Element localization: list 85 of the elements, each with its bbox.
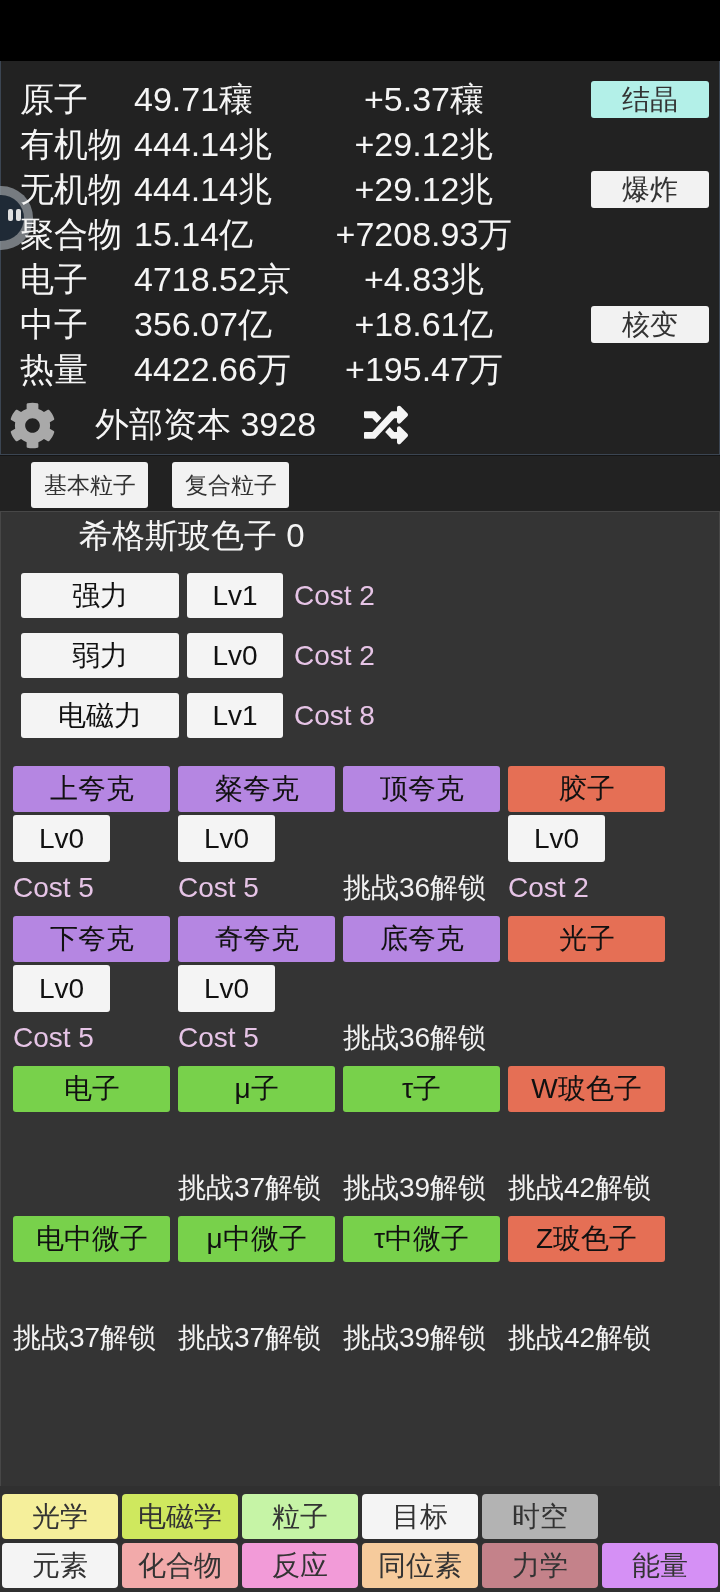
capital-label: 外部资本 3928 bbox=[95, 404, 317, 445]
level-button[interactable]: Lv1 bbox=[187, 573, 283, 618]
resource-rate: +195.47万 bbox=[345, 349, 503, 390]
resource-rate: +5.37穰 bbox=[364, 79, 484, 120]
unlock-hint: 挑战39解锁 bbox=[343, 1321, 487, 1355]
resource-name: 聚合物 bbox=[20, 214, 123, 255]
cost-label: Cost 5 bbox=[178, 1022, 259, 1054]
force-button[interactable]: 弱力 bbox=[21, 633, 179, 678]
particle-button[interactable]: W玻色子 bbox=[508, 1066, 665, 1112]
action-button[interactable]: 结晶 bbox=[591, 81, 709, 118]
resource-name: 中子 bbox=[20, 304, 89, 345]
action-button[interactable]: 核变 bbox=[591, 306, 709, 343]
action-button[interactable]: 爆炸 bbox=[591, 171, 709, 208]
unlock-hint: 挑战37解锁 bbox=[13, 1321, 157, 1355]
resource-amount: 444.14兆 bbox=[134, 124, 273, 165]
nav-tab[interactable]: 目标 bbox=[362, 1494, 478, 1539]
cost-label: Cost 5 bbox=[178, 872, 259, 904]
resource-amount: 49.71穰 bbox=[134, 79, 255, 120]
particle-button[interactable]: 底夸克 bbox=[343, 916, 500, 962]
resource-amount: 4422.66万 bbox=[134, 349, 292, 390]
category-tab[interactable]: 复合粒子 bbox=[172, 462, 289, 508]
resource-name: 原子 bbox=[20, 79, 89, 120]
nav-tab[interactable]: 反应 bbox=[242, 1543, 358, 1588]
resource-amount: 356.07亿 bbox=[134, 304, 273, 345]
resource-amount: 444.14兆 bbox=[134, 169, 273, 210]
particle-button[interactable]: τ子 bbox=[343, 1066, 500, 1112]
resource-rate: +7208.93万 bbox=[335, 214, 513, 255]
resource-amount: 15.14亿 bbox=[134, 214, 255, 255]
cost-label: Cost 5 bbox=[13, 872, 94, 904]
resource-rate: +29.12兆 bbox=[354, 169, 494, 210]
unlock-hint: 挑战39解锁 bbox=[343, 1171, 487, 1205]
level-button[interactable]: Lv1 bbox=[187, 693, 283, 738]
cost-label: Cost 2 bbox=[508, 872, 589, 904]
particle-button[interactable]: μ中微子 bbox=[178, 1216, 335, 1262]
cost-label: Cost 2 bbox=[294, 639, 375, 672]
nav-tab[interactable]: 能量 bbox=[602, 1543, 718, 1588]
settings-icon[interactable] bbox=[9, 401, 56, 449]
nav-tab[interactable]: 电磁学 bbox=[122, 1494, 238, 1539]
nav-tab[interactable]: 粒子 bbox=[242, 1494, 358, 1539]
particle-button[interactable]: μ子 bbox=[178, 1066, 335, 1112]
particle-button[interactable]: 光子 bbox=[508, 916, 665, 962]
level-button[interactable]: Lv0 bbox=[508, 815, 605, 862]
cost-label: Cost 5 bbox=[13, 1022, 94, 1054]
force-button[interactable]: 强力 bbox=[21, 573, 179, 618]
unlock-hint: 挑战37解锁 bbox=[178, 1171, 322, 1205]
level-button[interactable]: Lv0 bbox=[13, 965, 110, 1012]
particle-button[interactable]: 顶夸克 bbox=[343, 766, 500, 812]
higgs-count-label: 希格斯玻色子 0 bbox=[79, 516, 305, 556]
unlock-hint: 挑战42解锁 bbox=[508, 1171, 652, 1205]
particle-button[interactable]: 胶子 bbox=[508, 766, 665, 812]
unlock-hint: 挑战36解锁 bbox=[343, 1021, 487, 1055]
nav-tab[interactable]: 化合物 bbox=[122, 1543, 238, 1588]
category-tab[interactable]: 基本粒子 bbox=[31, 462, 148, 508]
cost-label: Cost 8 bbox=[294, 699, 375, 732]
particle-button[interactable]: 电中微子 bbox=[13, 1216, 170, 1262]
resource-name: 无机物 bbox=[20, 169, 123, 210]
particle-button[interactable]: 电子 bbox=[13, 1066, 170, 1112]
nav-tab[interactable]: 光学 bbox=[2, 1494, 118, 1539]
unlock-hint: 挑战42解锁 bbox=[508, 1321, 652, 1355]
resource-name: 电子 bbox=[20, 259, 89, 300]
level-button[interactable]: Lv0 bbox=[178, 965, 275, 1012]
force-button[interactable]: 电磁力 bbox=[21, 693, 179, 738]
nav-tab[interactable]: 时空 bbox=[482, 1494, 598, 1539]
level-button[interactable]: Lv0 bbox=[178, 815, 275, 862]
particle-button[interactable]: 上夸克 bbox=[13, 766, 170, 812]
level-button[interactable]: Lv0 bbox=[187, 633, 283, 678]
cost-label: Cost 2 bbox=[294, 579, 375, 612]
unlock-hint: 挑战36解锁 bbox=[343, 871, 487, 905]
unlock-hint: 挑战37解锁 bbox=[178, 1321, 322, 1355]
particle-button[interactable]: 奇夸克 bbox=[178, 916, 335, 962]
resource-name: 热量 bbox=[20, 349, 89, 390]
resource-rate: +29.12兆 bbox=[354, 124, 494, 165]
nav-tab[interactable]: 元素 bbox=[2, 1543, 118, 1588]
particle-button[interactable]: τ中微子 bbox=[343, 1216, 500, 1262]
particle-button[interactable]: Z玻色子 bbox=[508, 1216, 665, 1262]
level-button[interactable]: Lv0 bbox=[13, 815, 110, 862]
particle-button[interactable]: 下夸克 bbox=[13, 916, 170, 962]
resource-name: 有机物 bbox=[20, 124, 123, 165]
nav-tab[interactable]: 力学 bbox=[482, 1543, 598, 1588]
resource-amount: 4718.52京 bbox=[134, 259, 292, 300]
resource-rate: +18.61亿 bbox=[354, 304, 494, 345]
nav-tab[interactable]: 同位素 bbox=[362, 1543, 478, 1588]
particle-button[interactable]: 粲夸克 bbox=[178, 766, 335, 812]
resource-rate: +4.83兆 bbox=[364, 259, 484, 300]
shuffle-icon[interactable] bbox=[364, 403, 409, 447]
